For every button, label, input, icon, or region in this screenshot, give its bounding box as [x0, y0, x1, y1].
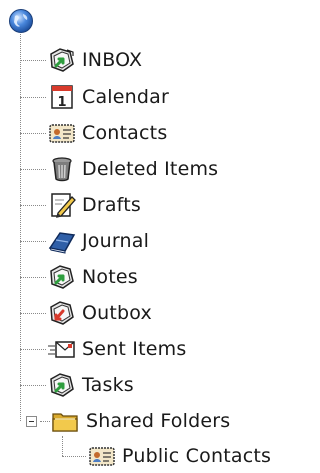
tree-connector-child [62, 436, 63, 456]
branch-connector [20, 349, 46, 350]
outbox-folder-icon [50, 301, 74, 325]
branch-connector [20, 277, 46, 278]
folder-tree: INBOX 1 Calendar Contacts Deleted Items … [0, 0, 307, 470]
tasks-folder-icon [50, 373, 74, 397]
notes-folder-icon [50, 265, 74, 289]
branch-connector [20, 205, 46, 206]
branch-connector [20, 241, 46, 242]
tree-item-deleted-items[interactable]: Deleted Items [46, 152, 218, 186]
contacts-card-icon [89, 447, 115, 466]
tree-item-label: Sent Items [82, 338, 187, 360]
calendar-day-number: 1 [57, 95, 66, 110]
tree-connector-trunk [20, 34, 21, 421]
branch-connector [20, 169, 46, 170]
branch-connector [20, 385, 46, 386]
contacts-card-icon [49, 124, 75, 143]
tree-item-tasks[interactable]: Tasks [46, 368, 134, 402]
tree-item-label: Notes [82, 266, 138, 288]
branch-connector [62, 456, 86, 457]
drafts-pencil-icon [51, 193, 76, 218]
tree-item-label: Journal [82, 230, 150, 252]
tree-item-notes[interactable]: Notes [46, 260, 138, 294]
tree-item-sent-items[interactable]: Sent Items [46, 332, 186, 366]
tree-item-label: Public Contacts [122, 445, 272, 467]
tree-item-drafts[interactable]: Drafts [46, 188, 141, 222]
tree-item-label: INBOX [82, 49, 143, 71]
globe-icon[interactable] [8, 8, 34, 34]
journal-book-icon [48, 232, 76, 254]
calendar-icon: 1 [51, 85, 73, 110]
tree-item-shared-folders[interactable]: Shared Folders [50, 404, 230, 438]
trash-can-icon [52, 157, 72, 182]
branch-connector [20, 313, 46, 314]
tree-item-public-contacts[interactable]: Public Contacts [86, 439, 271, 473]
tree-item-label: Calendar [82, 86, 170, 108]
tree-item-label: Drafts [82, 194, 141, 216]
shared-folder-icon [52, 413, 78, 432]
tree-item-outbox[interactable]: Outbox [46, 296, 152, 330]
branch-connector [20, 97, 46, 98]
tree-item-label: Deleted Items [82, 158, 219, 180]
branch-connector [20, 60, 46, 61]
tree-item-calendar[interactable]: 1 Calendar [46, 80, 169, 114]
tree-item-inbox[interactable]: INBOX [46, 43, 142, 77]
branch-connector [20, 133, 46, 134]
inbox-folder-icon [50, 48, 74, 72]
tree-item-label: Contacts [82, 122, 168, 144]
branch-connector [40, 421, 50, 422]
tree-item-label: Outbox [82, 302, 152, 324]
tree-item-label: Shared Folders [86, 410, 231, 432]
tree-item-journal[interactable]: Journal [46, 224, 149, 258]
tree-item-contacts[interactable]: Contacts [46, 116, 167, 150]
collapse-toggle-icon[interactable] [26, 416, 37, 427]
sent-envelope-icon [48, 341, 75, 358]
tree-item-label: Tasks [82, 374, 134, 396]
